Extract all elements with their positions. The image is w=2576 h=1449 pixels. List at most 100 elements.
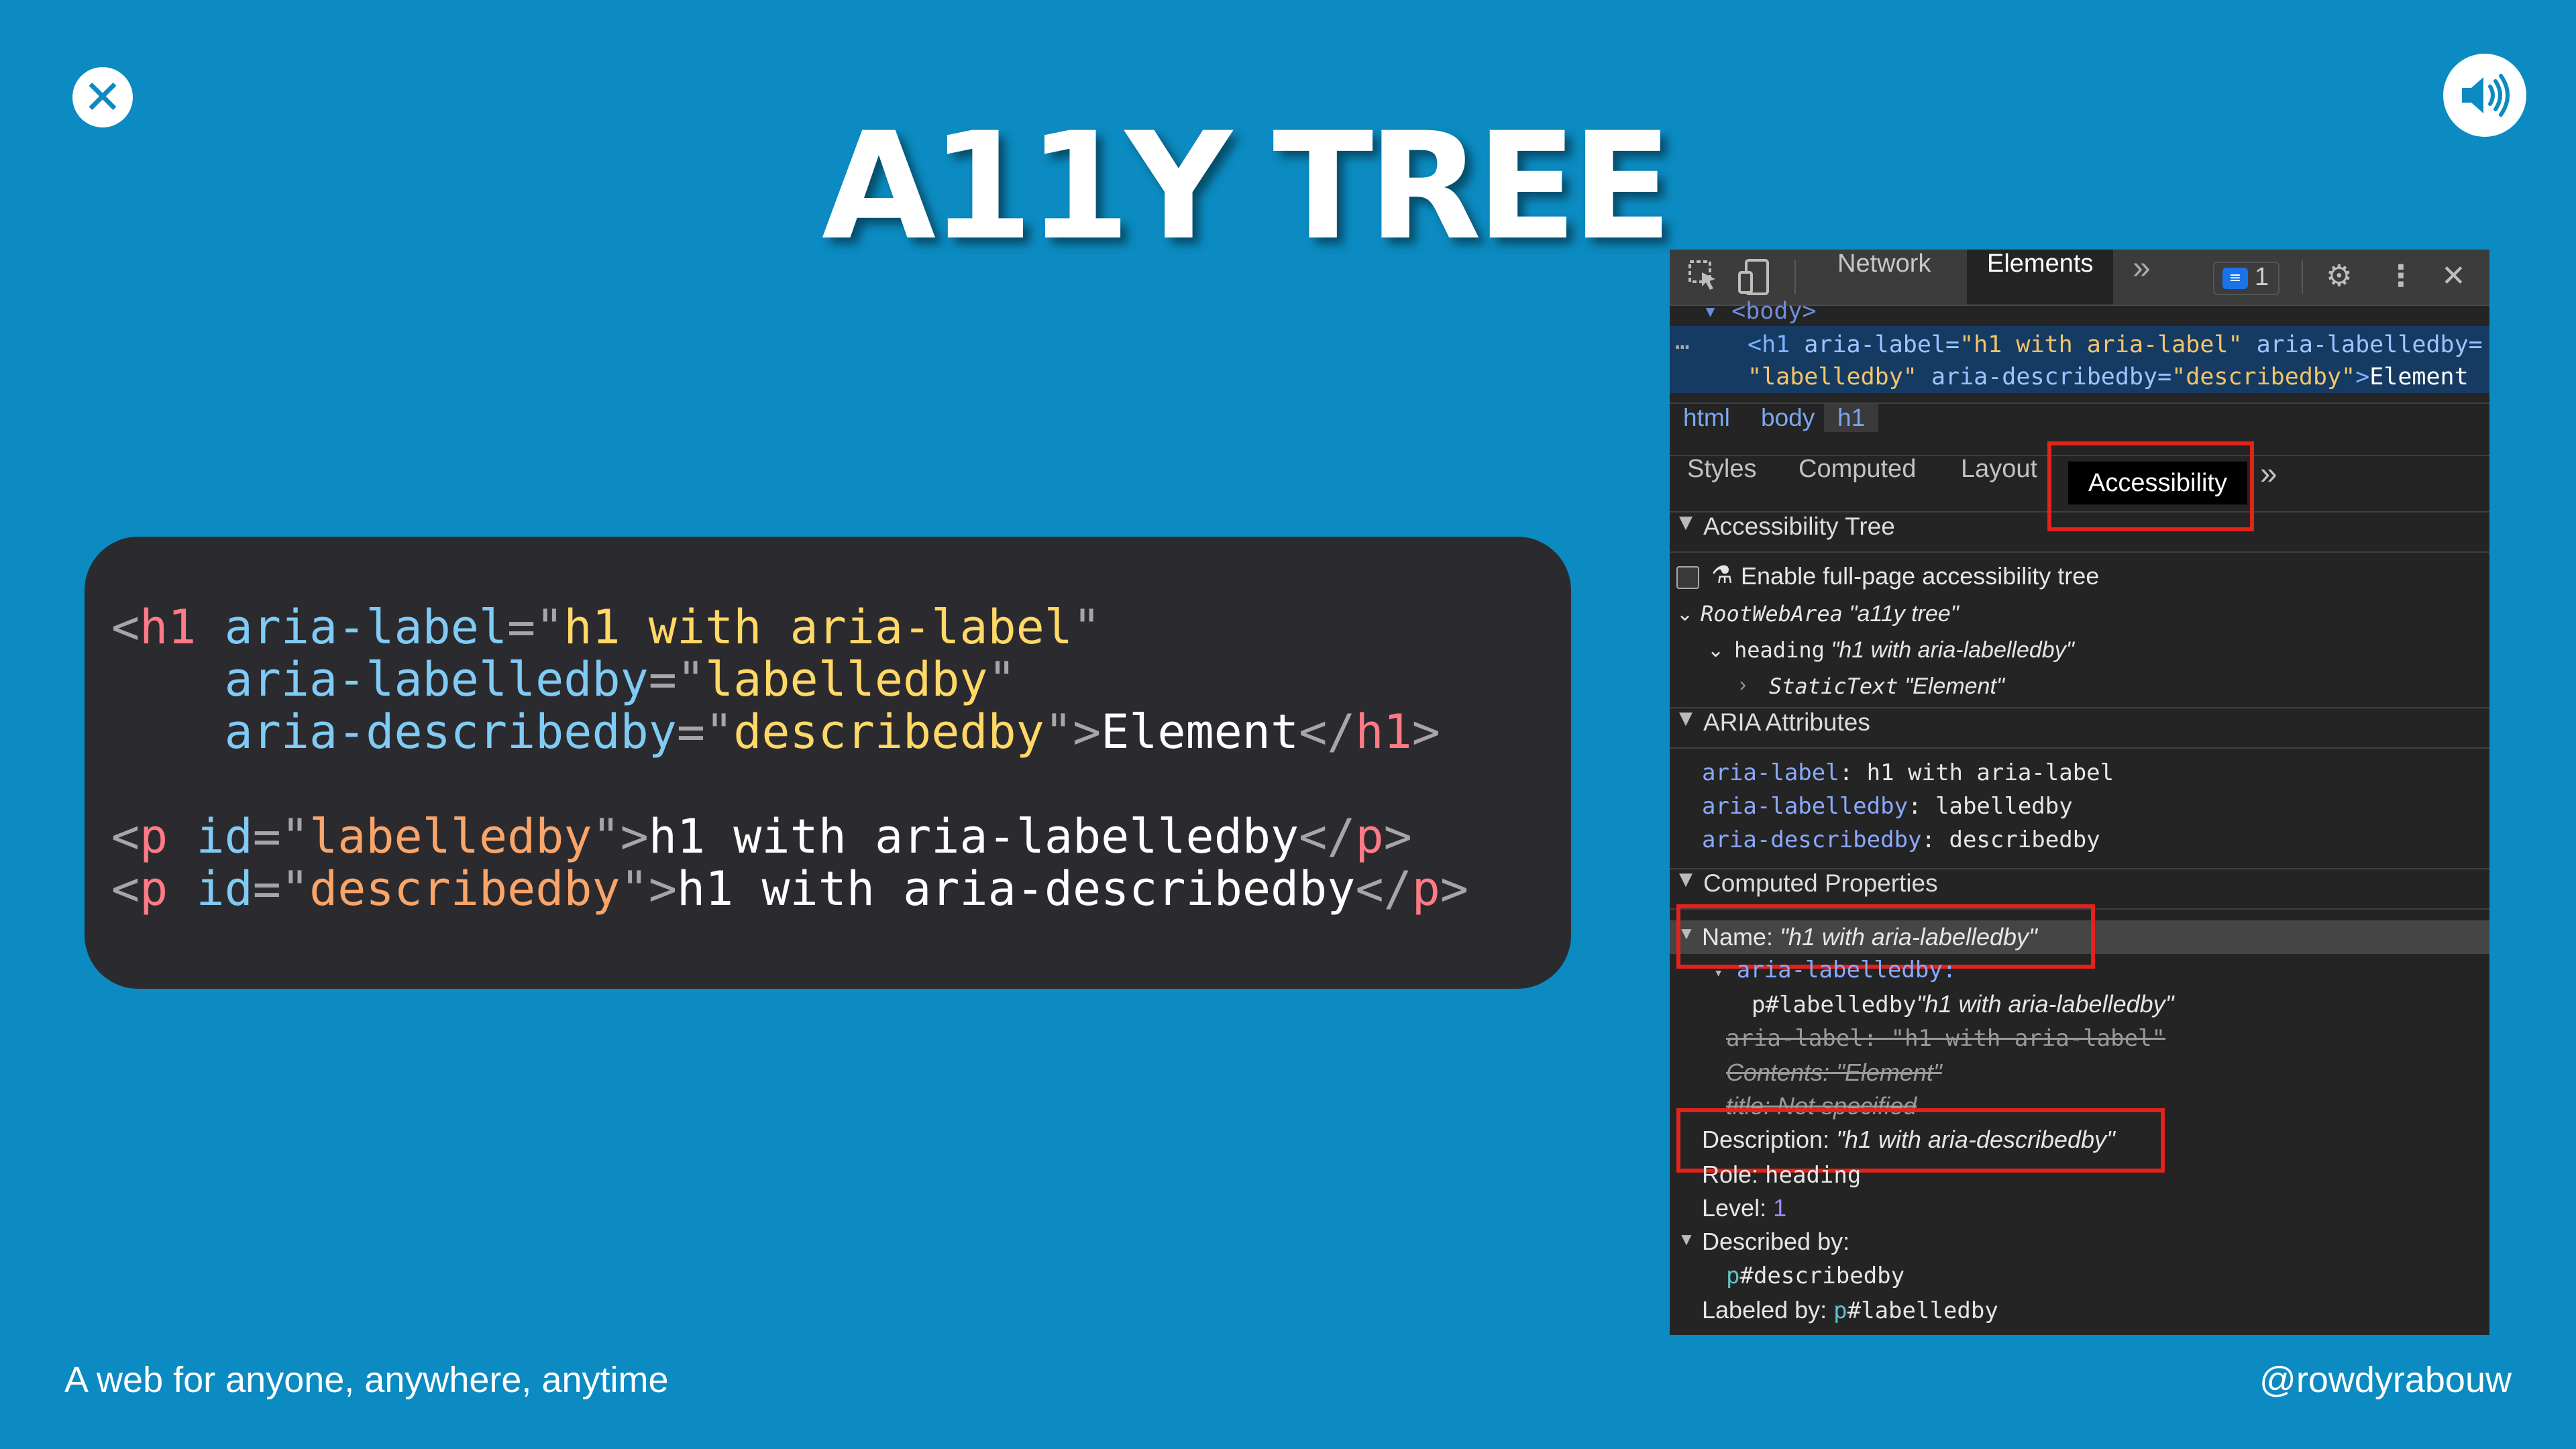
code-punc: " xyxy=(705,704,734,759)
code-punc: " xyxy=(987,652,1016,707)
chevron-right-icon[interactable]: › xyxy=(1739,674,1746,696)
prop-key: Labeled by: xyxy=(1702,1296,1834,1324)
code-punc: < xyxy=(111,861,140,916)
dom-line: "labelledby" aria-describedby="described… xyxy=(1748,364,2469,390)
dom-tag: <h1 xyxy=(1748,331,1805,358)
dom-selected-node[interactable]: … <h1 aria-label="h1 with aria-label" ar… xyxy=(1670,326,2489,393)
code-line: aria-describedby="describedby">Element</… xyxy=(111,706,1571,758)
tab-computed[interactable]: Computed xyxy=(1799,455,1916,484)
node-link-id: #describedby xyxy=(1739,1263,1905,1289)
node-actions-icon[interactable]: … xyxy=(1675,327,1690,355)
flask-icon: ⚗ xyxy=(1711,561,1733,588)
node-role: heading xyxy=(1734,637,1825,663)
footer-handle: @rowdyrabouw xyxy=(2259,1360,2512,1400)
tab-network[interactable]: Network xyxy=(1817,250,1951,305)
tab-styles[interactable]: Styles xyxy=(1687,455,1756,484)
node-name: "a11y tree" xyxy=(1849,601,1959,627)
more-subtabs-icon[interactable]: » xyxy=(2260,455,2277,491)
collapse-triangle-icon: ▼ xyxy=(1679,708,1693,729)
code-punc: = xyxy=(252,809,281,864)
code-attr: aria-describedby xyxy=(224,704,677,759)
device-toolbar-icon[interactable] xyxy=(1738,259,1770,303)
code-text: h1 with aria-describedby xyxy=(676,861,1356,916)
node-name: "h1 with aria-labelledby" xyxy=(1831,637,2074,663)
section-aria-attributes[interactable]: ▼ ARIA Attributes xyxy=(1670,707,2489,749)
dom-line: <h1 aria-label="h1 with aria-label" aria… xyxy=(1748,331,2483,358)
section-title: Accessibility Tree xyxy=(1703,513,1895,540)
code-punc: = xyxy=(676,704,706,759)
node-role: RootWebArea xyxy=(1701,601,1843,627)
breadcrumb-h1[interactable]: h1 xyxy=(1824,404,1879,432)
code-punc: > xyxy=(1383,809,1412,864)
aria-value: labelledby xyxy=(1935,793,2073,820)
code-text: h1 with aria-labelledby xyxy=(648,809,1299,864)
prop-value: 1 xyxy=(1773,1194,1787,1222)
code-punc: " xyxy=(1044,704,1073,759)
node-link[interactable]: p xyxy=(1833,1297,1847,1324)
prop-key: Role: xyxy=(1702,1161,1766,1188)
dom-text: Element xyxy=(2369,364,2469,390)
tree-node-heading[interactable]: heading "h1 with aria-labelledby" xyxy=(1734,637,2074,663)
code-tag: p xyxy=(1411,861,1440,916)
code-line: <p id="describedby">h1 with aria-describ… xyxy=(111,863,1571,915)
tab-elements[interactable]: Elements xyxy=(1967,250,2114,305)
collapse-triangle-icon: ▼ xyxy=(1679,513,1693,533)
code-value: labelledby xyxy=(309,809,592,864)
inspect-element-icon[interactable] xyxy=(1687,259,1719,299)
code-tag: h1 xyxy=(140,600,197,655)
expand-triangle-icon[interactable]: ▼ xyxy=(1678,1229,1695,1250)
breadcrumb-html[interactable]: html xyxy=(1670,404,1743,432)
code-value: describedby xyxy=(309,861,621,916)
issues-badge[interactable]: ≡ 1 xyxy=(2213,262,2280,295)
close-devtools-icon[interactable]: ✕ xyxy=(2441,259,2466,293)
chevron-down-icon: ▾ xyxy=(1714,965,1723,981)
section-accessibility-tree[interactable]: ▼ Accessibility Tree xyxy=(1670,513,2489,553)
code-tag: h1 xyxy=(1355,704,1412,759)
code-attr: id xyxy=(196,809,253,864)
code-panel: <h1 aria-label="h1 with aria-label" aria… xyxy=(85,537,1571,989)
code-line: <p id="labelledby">h1 with aria-labelled… xyxy=(111,810,1571,863)
code-tag: p xyxy=(140,861,168,916)
dom-attr: aria-label xyxy=(1804,331,1946,358)
aria-value: h1 with aria-label xyxy=(1866,759,2114,786)
described-by-ref[interactable]: p#describedby xyxy=(1726,1263,1904,1289)
node-link[interactable]: p#labelledby xyxy=(1752,991,1917,1018)
toolbar-divider xyxy=(2302,260,2303,294)
dom-body-node[interactable]: ▾ <body> xyxy=(1703,298,1817,325)
dom-attr: aria-labelledby= xyxy=(2242,331,2483,358)
aria-value: describedby xyxy=(1949,826,2100,853)
tree-node-statictext[interactable]: StaticText "Element" xyxy=(1769,674,2004,700)
collapse-triangle-icon: ▼ xyxy=(1679,869,1693,890)
code-punc: = xyxy=(252,861,281,916)
full-page-tree-checkbox[interactable] xyxy=(1676,566,1699,589)
code-punc: = xyxy=(507,600,536,655)
prop-value: "h1 with aria-labelledby" xyxy=(1916,990,2174,1018)
node-link-id[interactable]: #labelledby xyxy=(1847,1297,1998,1324)
aria-label-overridden: aria-label: "h1 with aria-label" xyxy=(1726,1025,2166,1052)
breadcrumb-body[interactable]: body xyxy=(1748,404,1828,432)
slide-title: A11Y TREE xyxy=(821,101,1672,272)
issues-count: 1 xyxy=(2255,263,2269,291)
dom-attr: aria-describedby= xyxy=(1917,364,2172,390)
computed-role: Role: heading xyxy=(1702,1161,1861,1189)
section-computed-properties[interactable]: ▼ Computed Properties xyxy=(1670,868,2489,910)
tab-layout[interactable]: Layout xyxy=(1961,455,2037,484)
code-line: aria-labelledby="labelledby" xyxy=(111,653,1571,706)
code-punc: < xyxy=(111,809,140,864)
prop-value: heading xyxy=(1765,1162,1862,1189)
aria-attribute-row: aria-label: h1 with aria-label xyxy=(1702,759,2114,786)
gear-icon[interactable]: ⚙ xyxy=(2326,259,2352,293)
contents-overridden: Contents: "Element" xyxy=(1726,1059,1942,1086)
chevron-down-icon[interactable]: ⌄ xyxy=(1707,639,1724,662)
chevron-down-icon[interactable]: ⌄ xyxy=(1676,602,1693,626)
code-punc: > xyxy=(1440,861,1469,916)
dom-value: "describedby" xyxy=(2171,364,2356,390)
node-role: StaticText xyxy=(1769,674,1898,699)
chat-bubble-icon: ≡ xyxy=(2222,268,2248,289)
code-punc: " xyxy=(592,809,621,864)
more-tabs-icon[interactable]: » xyxy=(2112,250,2171,305)
tree-node-root[interactable]: RootWebArea "a11y tree" xyxy=(1701,601,1959,627)
kebab-menu-icon[interactable]: ⋮ xyxy=(2386,259,2416,293)
computed-level: Level: 1 xyxy=(1702,1194,1786,1222)
